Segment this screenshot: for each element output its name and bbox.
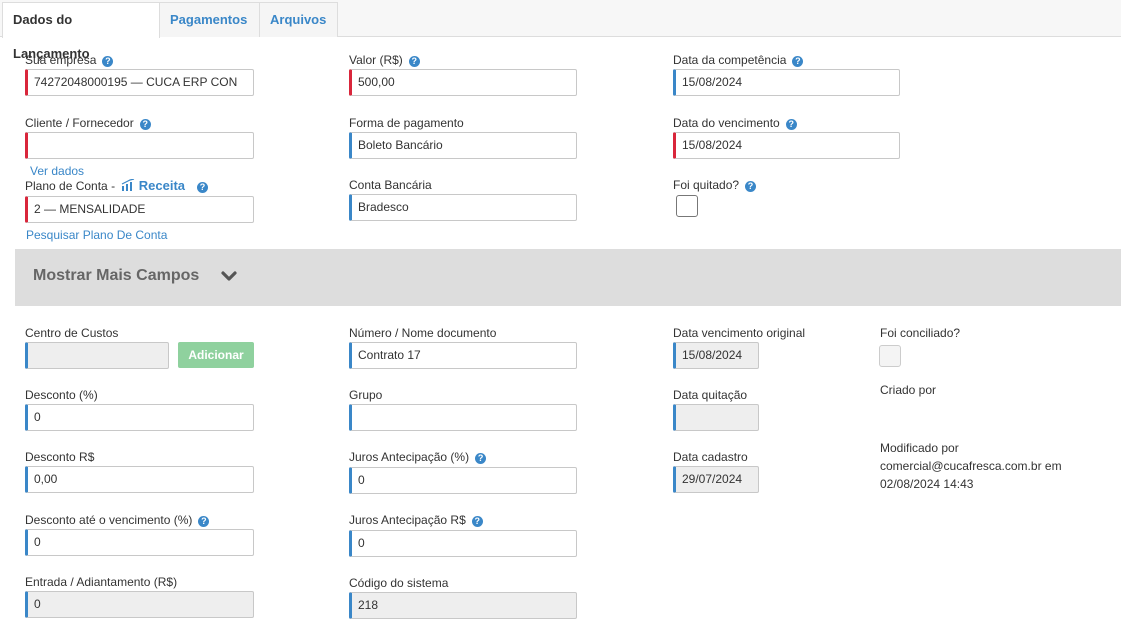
help-icon[interactable]: ?	[102, 56, 114, 67]
help-icon[interactable]: ?	[471, 516, 483, 527]
valor-input[interactable]: 500,00	[349, 69, 577, 96]
entrada-input: 0	[25, 591, 254, 618]
desconto-rs-label: Desconto R$	[25, 450, 95, 464]
numero-documento-input[interactable]: Contrato 17	[349, 342, 577, 369]
plano-conta-label: Plano de Conta - Receita?	[25, 178, 208, 193]
vencimento-original-label: Data vencimento original	[673, 326, 806, 340]
help-icon[interactable]: ?	[785, 119, 797, 130]
conta-bancaria-label: Conta Bancária	[349, 178, 432, 192]
centro-custos-label: Centro de Custos	[25, 326, 119, 340]
vencimento-date-input[interactable]: 15/08/2024	[673, 132, 900, 159]
quitado-label: Foi quitado??	[673, 178, 757, 192]
numero-documento-label: Número / Nome documento	[349, 326, 497, 340]
codigo-sistema-label: Código do sistema	[349, 576, 449, 590]
criado-por-label: Criado por	[880, 383, 937, 397]
help-icon[interactable]: ?	[745, 181, 757, 192]
data-cadastro-label: Data cadastro	[673, 450, 748, 464]
valor-label: Valor (R$)?	[349, 53, 420, 67]
grupo-label: Grupo	[349, 388, 383, 402]
plano-conta-select[interactable]: 2 — MENSALIDADE	[25, 196, 254, 223]
desconto-rs-input[interactable]: 0,00	[25, 466, 254, 493]
receita-badge: Receita	[138, 178, 185, 193]
help-icon[interactable]: ?	[198, 516, 210, 527]
vencimento-label: Data do vencimento?	[673, 116, 797, 130]
help-icon[interactable]: ?	[792, 56, 804, 67]
desconto-pct-input[interactable]: 0	[25, 404, 254, 431]
mostrar-mais-campos-toggle[interactable]: Mostrar Mais Campos	[15, 249, 1121, 306]
codigo-sistema-input: 218	[349, 592, 577, 619]
conta-bancaria-select[interactable]: Bradesco	[349, 194, 577, 221]
help-icon[interactable]: ?	[408, 56, 420, 67]
empresa-label: Sua empresa?	[25, 53, 114, 67]
mostrar-mais-campos-title: Mostrar Mais Campos	[33, 267, 200, 284]
modificado-por-label: Modificado por	[880, 441, 959, 455]
desconto-vencimento-label: Desconto até o vencimento (%)?	[25, 513, 210, 527]
competencia-label: Data da competência?	[673, 53, 804, 67]
forma-pagamento-label: Forma de pagamento	[349, 116, 464, 130]
help-icon[interactable]: ?	[197, 182, 208, 193]
chart-icon	[122, 178, 135, 191]
data-cadastro-input: 29/07/2024	[673, 466, 759, 493]
juros-rs-input[interactable]: 0	[349, 530, 577, 557]
vencimento-original-input: 15/08/2024	[673, 342, 759, 369]
centro-custos-input[interactable]	[25, 342, 169, 369]
empresa-select[interactable]: 74272048000195 — CUCA ERP CON	[25, 69, 254, 96]
tab-pagamentos[interactable]: Pagamentos	[160, 2, 260, 37]
juros-pct-label: Juros Antecipação (%)?	[349, 450, 487, 464]
modificado-por-info: Modificado por comercial@cucafresca.com.…	[880, 439, 1062, 493]
competencia-date-input[interactable]: 15/08/2024	[673, 69, 900, 96]
cliente-label: Cliente / Fornecedor?	[25, 116, 151, 130]
tab-arquivos[interactable]: Arquivos	[260, 2, 338, 37]
grupo-input[interactable]	[349, 404, 577, 431]
tab-dados-lancamento[interactable]: Dados do Lançamento	[2, 2, 160, 61]
juros-pct-input[interactable]: 0	[349, 467, 577, 494]
quitado-checkbox[interactable]	[676, 195, 698, 217]
modificado-por-date: 02/08/2024 14:43	[880, 477, 974, 491]
forma-pagamento-select[interactable]: Boleto Bancário	[349, 132, 577, 159]
chevron-down-icon	[221, 271, 237, 281]
juros-rs-label: Juros Antecipação R$?	[349, 513, 483, 527]
desconto-pct-label: Desconto (%)	[25, 388, 98, 402]
data-quitacao-label: Data quitação	[673, 388, 748, 402]
ver-dados-link[interactable]: Ver dados	[30, 164, 84, 178]
adicionar-button[interactable]: Adicionar	[178, 342, 254, 368]
modificado-por-user: comercial@cucafresca.com.br em	[880, 459, 1062, 473]
conciliado-label: Foi conciliado?	[880, 326, 961, 340]
desconto-vencimento-input[interactable]: 0	[25, 529, 254, 556]
data-quitacao-input	[673, 404, 759, 431]
tab-bar: Dados do Lançamento Pagamentos Arquivos	[0, 0, 1121, 61]
help-icon[interactable]: ?	[139, 119, 151, 130]
entrada-label: Entrada / Adiantamento (R$)	[25, 575, 178, 589]
help-icon[interactable]: ?	[475, 453, 487, 464]
pesquisar-plano-conta-link[interactable]: Pesquisar Plano De Conta	[26, 228, 167, 242]
conciliado-checkbox	[879, 345, 901, 367]
cliente-input[interactable]	[25, 132, 254, 159]
